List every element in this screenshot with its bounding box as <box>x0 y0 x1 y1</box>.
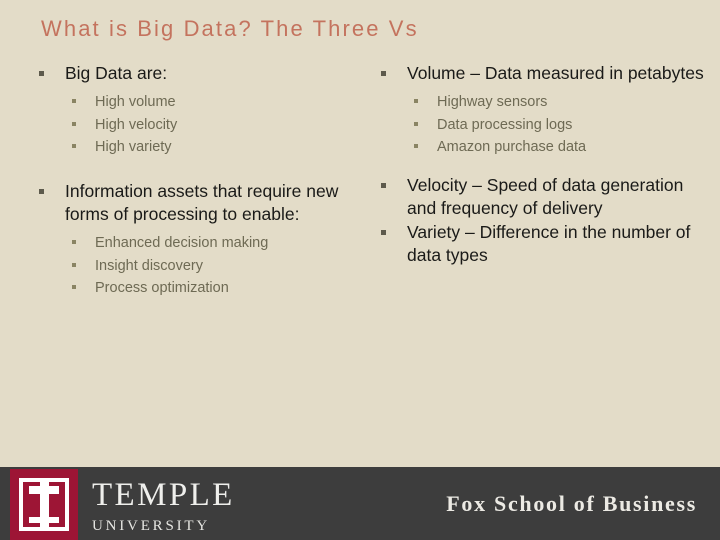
square-bullet-icon <box>414 121 418 126</box>
bullet-item-level1: Velocity – Speed of data generation and … <box>375 174 705 220</box>
bullet-item-level2: Amazon purchase data <box>375 137 705 158</box>
bullet-label: Insight discovery <box>95 257 203 274</box>
temple-mark-notch-right <box>49 494 59 507</box>
bullet-item-level2: Process optimization <box>33 278 363 299</box>
slide: What is Big Data? The Three Vs Big Data … <box>0 0 720 540</box>
square-bullet-icon <box>414 99 418 104</box>
bullet-item-level1: Variety – Difference in the number of da… <box>375 221 705 267</box>
bullet-label: Amazon purchase data <box>437 139 587 156</box>
right-block-2: Velocity – Speed of data generation and … <box>375 174 705 220</box>
bullet-item-level2: High velocity <box>33 115 363 136</box>
bullet-item-level1: Information assets that require new form… <box>33 180 363 226</box>
square-bullet-icon <box>72 285 76 290</box>
bullet-label: High volume <box>95 94 176 111</box>
bullet-item-level2: Data processing logs <box>375 115 705 136</box>
bullet-item-level1: Volume – Data measured in petabytes <box>375 62 705 85</box>
bullet-label: High variety <box>95 139 172 156</box>
square-bullet-icon <box>72 144 76 149</box>
square-bullet-icon <box>381 71 386 76</box>
square-bullet-icon <box>39 188 44 194</box>
bullet-label: Velocity – Speed of data generation and … <box>407 174 684 218</box>
bullet-label: High velocity <box>95 116 178 133</box>
left-block-1: Big Data are: High volume High velocity … <box>33 62 363 158</box>
square-bullet-icon <box>381 230 386 236</box>
bullet-label: Process optimization <box>95 280 229 297</box>
right-block-1: Volume – Data measured in petabytes High… <box>375 62 705 158</box>
square-bullet-icon <box>72 262 76 267</box>
bullet-label: Variety – Difference in the number of da… <box>407 222 691 266</box>
bullet-item-level2: Insight discovery <box>33 256 363 277</box>
left-content-column: Big Data are: High volume High velocity … <box>33 62 363 301</box>
temple-t-mark-icon <box>10 469 78 540</box>
right-block-3: Variety – Difference in the number of da… <box>375 221 705 267</box>
temple-wordmark: TEMPLE UNIVERSITY <box>92 469 235 534</box>
temple-name-text: TEMPLE <box>92 477 235 513</box>
bullet-label: Highway sensors <box>437 94 548 111</box>
bullet-label: Information assets that require new form… <box>65 180 339 224</box>
temple-mark-notch-left <box>29 494 39 507</box>
square-bullet-icon <box>72 240 76 245</box>
square-bullet-icon <box>39 71 44 76</box>
temple-subtitle-text: UNIVERSITY <box>92 518 210 534</box>
bullet-label: Big Data are: <box>65 63 168 83</box>
slide-footer: TEMPLE UNIVERSITY Fox School of Business <box>0 467 720 540</box>
bullet-label: Data processing logs <box>437 116 573 133</box>
bullet-label: Volume – Data measured in petabytes <box>407 63 704 83</box>
page-title: What is Big Data? The Three Vs <box>41 16 419 41</box>
bullet-item-level2: High variety <box>33 137 363 158</box>
bullet-item-level2: High volume <box>33 92 363 113</box>
temple-mark-foot <box>29 517 59 523</box>
temple-university-logo: TEMPLE UNIVERSITY <box>10 469 235 540</box>
square-bullet-icon <box>72 121 76 126</box>
square-bullet-icon <box>72 99 76 104</box>
right-content-column: Volume – Data measured in petabytes High… <box>375 62 705 268</box>
school-name-text: Fox School of Business <box>446 491 697 516</box>
bullet-item-level2: Enhanced decision making <box>33 233 363 254</box>
temple-mark-arm <box>29 486 59 494</box>
bullet-item-level1: Big Data are: <box>33 62 363 85</box>
square-bullet-icon <box>381 182 386 188</box>
left-block-2: Information assets that require new form… <box>33 180 363 299</box>
square-bullet-icon <box>414 144 418 149</box>
bullet-label: Enhanced decision making <box>95 235 269 252</box>
bullet-item-level2: Highway sensors <box>375 92 705 113</box>
